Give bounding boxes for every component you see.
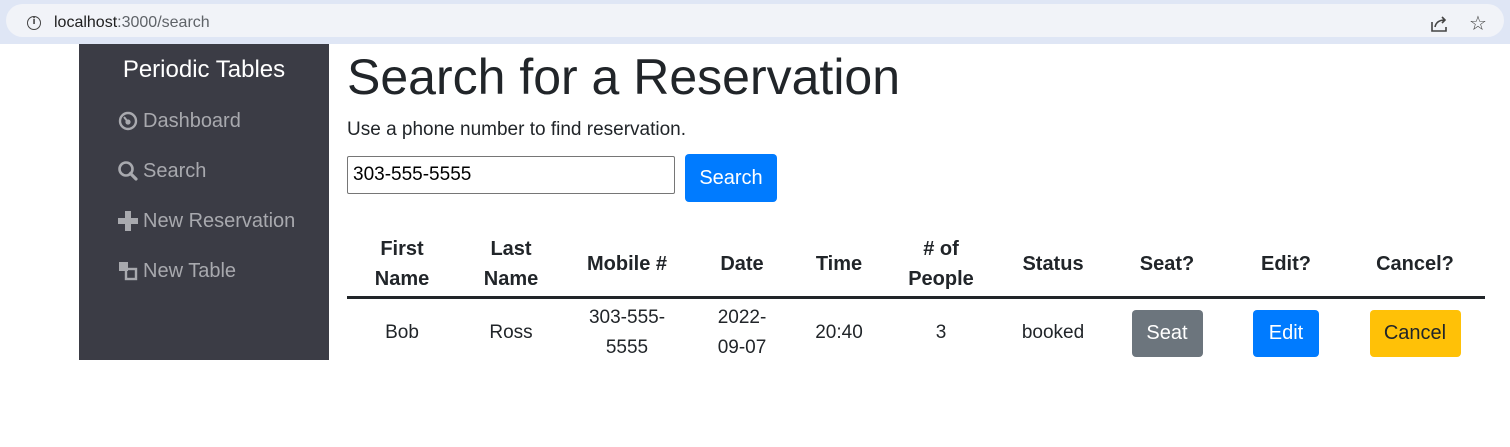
cell-people: 3 [935, 322, 947, 343]
cell-status: booked [1021, 322, 1085, 343]
sidebar-item-label: New Reservation [143, 209, 296, 232]
column-header-seat: Seat? [1107, 232, 1227, 299]
browser-toolbar: i localhost:3000/search ☆ [0, 0, 1510, 44]
column-header-status: Status [999, 232, 1107, 299]
cell-date: 2022-09-07 [717, 307, 767, 358]
address-bar[interactable]: i localhost:3000/search ☆ [6, 4, 1504, 37]
column-header-last-name: Last Name [457, 232, 565, 299]
cell-mobile: 303-555-5555 [588, 307, 666, 358]
column-header-time: Time [795, 232, 883, 299]
column-header-first-name: First Name [347, 232, 457, 299]
page-subtitle: Use a phone number to find reservation. [347, 119, 687, 140]
mobile-number-input[interactable] [347, 156, 675, 194]
dashboard-icon [117, 110, 139, 132]
sidebar-item-new-table[interactable]: New Table [117, 256, 236, 286]
column-header-date: Date [689, 232, 795, 299]
sidebar-item-dashboard[interactable]: Dashboard [117, 106, 241, 136]
plus-icon [117, 210, 139, 232]
sidebar-item-label: Dashboard [143, 109, 241, 132]
sidebar-item-label: Search [143, 159, 207, 182]
info-icon[interactable]: i [27, 16, 41, 30]
column-header-people: # of People [883, 232, 999, 299]
sidebar-item-new-reservation[interactable]: New Reservation [117, 206, 295, 236]
table-header-row: First Name Last Name Mobile # Date Time … [347, 232, 1485, 299]
url-text[interactable]: localhost:3000/search [54, 14, 210, 32]
cell-last-name: Ross [489, 322, 533, 343]
sidebar-item-label: New Table [143, 259, 237, 282]
bookmark-star-icon[interactable]: ☆ [1469, 12, 1487, 34]
search-button[interactable]: Search [685, 154, 777, 202]
column-header-edit: Edit? [1227, 232, 1345, 299]
column-header-cancel: Cancel? [1345, 232, 1485, 299]
column-header-mobile: Mobile # [565, 232, 689, 299]
cancel-button[interactable]: Cancel [1369, 309, 1461, 357]
seat-button[interactable]: Seat [1131, 309, 1203, 357]
cell-first-name: Bob [385, 322, 419, 343]
cell-time: 20:40 [815, 322, 863, 343]
page-title: Search for a Reservation [347, 49, 901, 105]
sidebar-item-search[interactable]: Search [117, 156, 206, 186]
url-host: localhost [54, 14, 118, 31]
brand-title[interactable]: Periodic Tables [79, 56, 329, 84]
edit-button[interactable]: Edit [1253, 309, 1319, 357]
cell-cancel: Cancel [1345, 298, 1485, 368]
url-path: :3000/search [117, 14, 210, 31]
reservations-table: First Name Last Name Mobile # Date Time … [347, 232, 1485, 367]
table-icon [117, 260, 139, 282]
search-icon [117, 160, 139, 182]
share-icon[interactable] [1428, 13, 1450, 35]
cell-edit: Edit [1227, 298, 1345, 368]
sidebar: Periodic Tables Dashboard Search New Res… [79, 44, 329, 360]
table-row: Bob Ross 303-555-5555 2022-09-07 20:40 3… [347, 298, 1485, 368]
cell-seat: Seat [1107, 298, 1227, 368]
